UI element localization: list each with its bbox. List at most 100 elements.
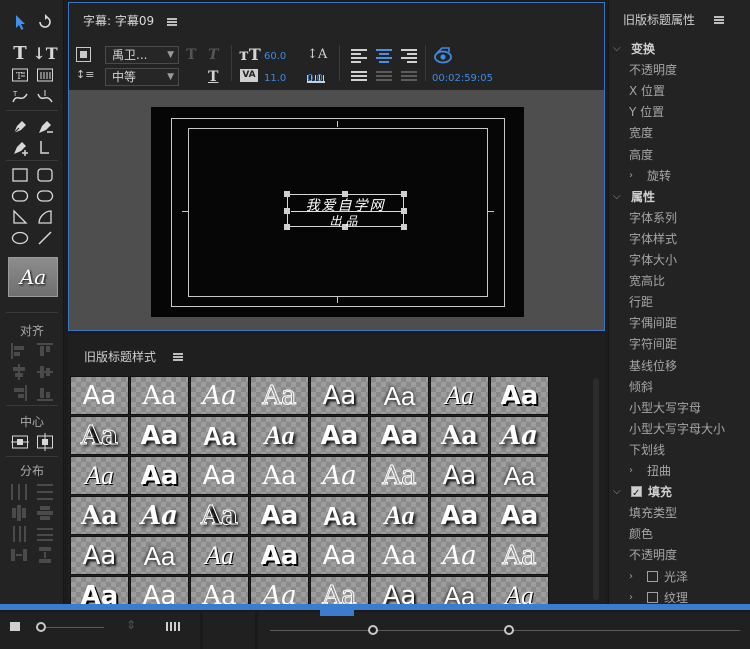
style-swatch[interactable]: Aa <box>70 416 129 455</box>
style-swatch[interactable]: Aa <box>490 496 549 535</box>
style-swatch[interactable]: Aa <box>250 416 309 455</box>
type-tool-icon[interactable]: T <box>9 43 31 64</box>
style-swatch[interactable]: Aa <box>370 496 429 535</box>
style-swatch[interactable]: Aa <box>190 536 249 575</box>
style-swatch[interactable]: Aa <box>490 576 549 604</box>
property-row[interactable]: 光泽 <box>647 567 688 587</box>
property-row[interactable]: 行距 <box>629 292 653 312</box>
style-swatch[interactable]: Aa <box>190 456 249 495</box>
style-swatch[interactable]: Aa <box>130 536 189 575</box>
resize-handle[interactable] <box>284 191 290 197</box>
property-row[interactable]: 小型大写字母大小 <box>629 419 725 439</box>
font-family-dropdown[interactable]: 禹卫... ▼ <box>105 46 179 64</box>
style-swatch[interactable]: Aa <box>430 496 489 535</box>
style-swatch[interactable]: Aa <box>250 376 309 415</box>
distribute-top-icon[interactable] <box>37 484 53 500</box>
style-swatch[interactable]: Aa <box>490 456 549 495</box>
convert-anchor-tool-icon[interactable] <box>34 137 56 157</box>
show-background-video-icon[interactable] <box>433 47 453 65</box>
style-swatch[interactable]: Aa <box>490 376 549 415</box>
roll-crawl-options-icon[interactable] <box>76 47 91 62</box>
chevron-down-icon[interactable]: ⌵ <box>613 43 621 54</box>
property-checkbox[interactable] <box>647 571 658 582</box>
style-swatch[interactable]: Aa <box>130 576 189 604</box>
panel-menu-icon[interactable] <box>173 353 183 361</box>
align-left-text-icon[interactable] <box>351 49 367 63</box>
chevron-down-icon[interactable]: ⌵ <box>613 486 621 497</box>
line-tool-icon[interactable] <box>34 228 56 248</box>
style-swatch[interactable]: Aa <box>70 376 129 415</box>
resize-handle[interactable] <box>284 208 290 214</box>
playhead-indicator[interactable] <box>320 610 354 616</box>
align-center-text-icon[interactable] <box>376 49 392 63</box>
resize-handle[interactable] <box>401 224 407 230</box>
style-swatch[interactable]: Aa <box>250 496 309 535</box>
styles-scrollbar[interactable] <box>593 378 599 600</box>
chevron-right-icon[interactable]: › <box>629 170 633 181</box>
tab-stops-icon[interactable]: ↕≡ <box>76 69 94 83</box>
style-swatch[interactable]: Aa <box>370 456 429 495</box>
property-checkbox[interactable] <box>647 592 658 603</box>
property-row[interactable]: 字偶间距 <box>629 313 677 333</box>
property-row[interactable]: 扭曲 <box>647 461 671 481</box>
property-checkbox[interactable] <box>631 484 642 504</box>
leading-value[interactable]: 0.0 <box>307 73 323 84</box>
path-type-tool-icon[interactable]: T <box>9 87 31 107</box>
property-row[interactable]: Y 位置 <box>629 102 664 122</box>
property-row[interactable]: X 位置 <box>629 81 665 101</box>
font-style-dropdown[interactable]: 中等 ▼ <box>105 68 179 86</box>
style-swatch[interactable]: Aa <box>370 416 429 455</box>
style-swatch[interactable]: Aa <box>490 536 549 575</box>
distribute-vertical-spacing-icon[interactable] <box>37 547 53 563</box>
center-horizontal-icon[interactable] <box>9 432 31 452</box>
style-swatch[interactable]: Aa <box>490 416 549 455</box>
style-swatch[interactable]: Aa <box>430 536 489 575</box>
center-vertical-icon[interactable] <box>34 432 56 452</box>
style-swatch[interactable]: Aa <box>310 456 369 495</box>
align-top-icon[interactable] <box>37 343 53 359</box>
property-row[interactable]: 填充类型 <box>629 503 677 523</box>
property-row[interactable]: 宽高比 <box>629 271 665 291</box>
selection-tool-icon[interactable] <box>9 12 31 32</box>
style-swatch[interactable]: Aa <box>250 456 309 495</box>
property-row[interactable]: 纹理 <box>647 588 688 604</box>
property-row[interactable]: 字符间距 <box>629 334 677 354</box>
panel-resize-bar[interactable] <box>0 604 750 610</box>
style-swatch[interactable]: Aa <box>70 496 129 535</box>
rounded-rectangle-tool-icon[interactable] <box>34 165 56 185</box>
pen-tool-icon[interactable] <box>9 116 31 136</box>
style-swatch[interactable]: Aa <box>370 376 429 415</box>
rounded-corner-rectangle-tool-icon[interactable] <box>34 186 56 206</box>
font-size-value[interactable]: 60.0 <box>264 51 286 62</box>
style-swatch[interactable]: Aa <box>190 576 249 604</box>
caption-text-object[interactable]: 我爱自学网 出品 <box>284 191 407 231</box>
style-swatch[interactable]: Aa <box>310 536 369 575</box>
arc-tool-icon[interactable] <box>34 207 56 227</box>
background-timecode[interactable]: 00:02:59:05 <box>432 73 493 84</box>
property-row[interactable]: 字体样式 <box>629 229 677 249</box>
vertical-type-tool-icon[interactable]: ↓T <box>32 43 57 63</box>
distribute-bottom-icon[interactable] <box>37 526 53 542</box>
text-indent-icon[interactable] <box>401 71 417 85</box>
vertical-path-type-tool-icon[interactable] <box>34 87 56 107</box>
align-horizontal-center-icon[interactable] <box>11 364 27 380</box>
sort-icon[interactable]: ⇕ <box>126 618 136 632</box>
distribute-center-v-icon[interactable] <box>37 505 53 521</box>
style-swatch[interactable]: Aa <box>310 496 369 535</box>
property-row[interactable]: 字体大小 <box>629 250 677 270</box>
timeline-knob-out[interactable] <box>504 625 514 635</box>
kerning-value[interactable]: 11.0 <box>264 73 286 84</box>
rotation-tool-icon[interactable] <box>34 12 56 32</box>
style-swatch[interactable]: Aa <box>70 536 129 575</box>
justify-text-icon[interactable] <box>351 71 367 85</box>
word-wrap-icon[interactable] <box>376 71 392 85</box>
style-swatch[interactable]: Aa <box>70 456 129 495</box>
property-row[interactable]: 宽度 <box>629 123 653 143</box>
align-bottom-icon[interactable] <box>37 385 53 401</box>
distribute-left-icon[interactable] <box>11 484 27 500</box>
clipped-corner-rectangle-tool-icon[interactable] <box>9 186 31 206</box>
style-swatch[interactable]: Aa <box>310 376 369 415</box>
style-swatch[interactable]: Aa <box>130 456 189 495</box>
style-swatch[interactable]: Aa <box>70 576 129 604</box>
style-swatch[interactable]: Aa <box>430 456 489 495</box>
